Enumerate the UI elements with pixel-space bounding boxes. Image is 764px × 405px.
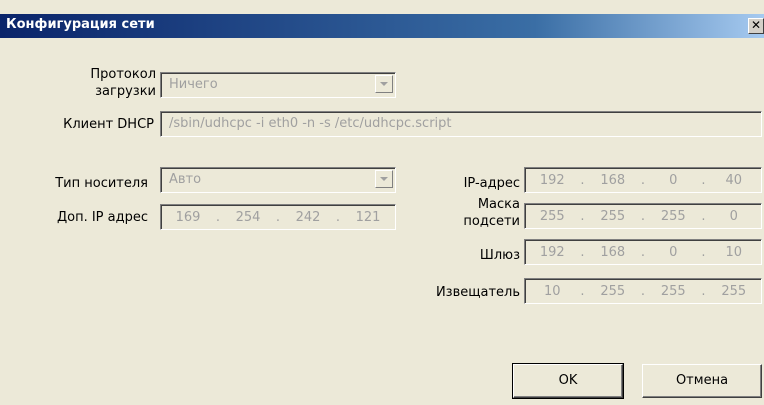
ip-octet: 169 xyxy=(175,209,201,225)
ip-octet: 255 xyxy=(721,283,747,299)
notifier-field[interactable]: 10. 255. 255. 255 xyxy=(524,278,762,304)
title-bar[interactable]: Конфигурация сети ✕ xyxy=(0,14,764,38)
ip-octet: 255 xyxy=(600,283,626,299)
ip-octet: 10 xyxy=(543,283,561,299)
cancel-button[interactable]: Отмена xyxy=(642,364,762,398)
ip-octet: 254 xyxy=(235,209,261,225)
ip-octet: 255 xyxy=(660,283,686,299)
ok-button[interactable]: OK xyxy=(512,363,624,399)
subnet-mask-label: Маска подсети xyxy=(420,196,520,230)
ip-octet: 242 xyxy=(295,209,321,225)
ip-octet: 255 xyxy=(660,208,686,224)
ip-address-label: IP-адрес xyxy=(463,176,520,191)
ip-octet: 121 xyxy=(355,209,381,225)
extra-ip-field[interactable]: 169. 254. 242. 121 xyxy=(160,204,396,230)
chevron-down-icon[interactable] xyxy=(375,75,393,93)
gateway-label: Шлюз xyxy=(479,248,520,263)
ip-octet: 0 xyxy=(669,172,678,188)
subnet-mask-label-line2: подсети xyxy=(463,214,520,229)
boot-protocol-label-line1: Протокол xyxy=(90,67,156,82)
ip-octet: 168 xyxy=(600,244,626,260)
ip-octet: 10 xyxy=(725,244,743,260)
subnet-mask-field[interactable]: 255. 255. 255. 0 xyxy=(524,203,762,229)
ip-octet: 192 xyxy=(539,244,565,260)
gateway-field[interactable]: 192. 168. 0. 10 xyxy=(524,239,762,265)
ip-octet: 255 xyxy=(600,208,626,224)
boot-protocol-label: Протокол загрузки xyxy=(40,66,156,100)
ip-octet: 0 xyxy=(669,244,678,260)
extra-ip-label: Доп. IP адрес xyxy=(56,210,148,225)
ip-octet: 168 xyxy=(600,172,626,188)
ip-octet: 40 xyxy=(725,172,743,188)
media-type-value: Авто xyxy=(169,172,202,187)
dhcp-client-label: Клиент DHCP xyxy=(63,117,154,132)
ip-address-field[interactable]: 192. 168. 0. 40 xyxy=(524,167,762,193)
boot-protocol-value: Ничего xyxy=(169,77,218,92)
ip-octet: 0 xyxy=(729,208,738,224)
ip-octet: 255 xyxy=(539,208,565,224)
close-icon: ✕ xyxy=(750,18,762,32)
boot-protocol-label-line2: загрузки xyxy=(95,84,156,99)
media-type-select[interactable]: Авто xyxy=(160,167,396,193)
ip-octet: 192 xyxy=(539,172,565,188)
close-button[interactable]: ✕ xyxy=(748,18,764,34)
notifier-label: Извещатель xyxy=(435,285,520,300)
dhcp-client-input[interactable]: /sbin/udhcpc -i eth0 -n -s /etc/udhcpc.s… xyxy=(160,111,762,137)
media-type-label: Тип носителя xyxy=(55,176,148,191)
window-title: Конфигурация сети xyxy=(6,17,155,32)
subnet-mask-label-line1: Маска xyxy=(477,197,520,212)
chevron-down-icon[interactable] xyxy=(375,170,393,188)
boot-protocol-select[interactable]: Ничего xyxy=(160,72,396,98)
